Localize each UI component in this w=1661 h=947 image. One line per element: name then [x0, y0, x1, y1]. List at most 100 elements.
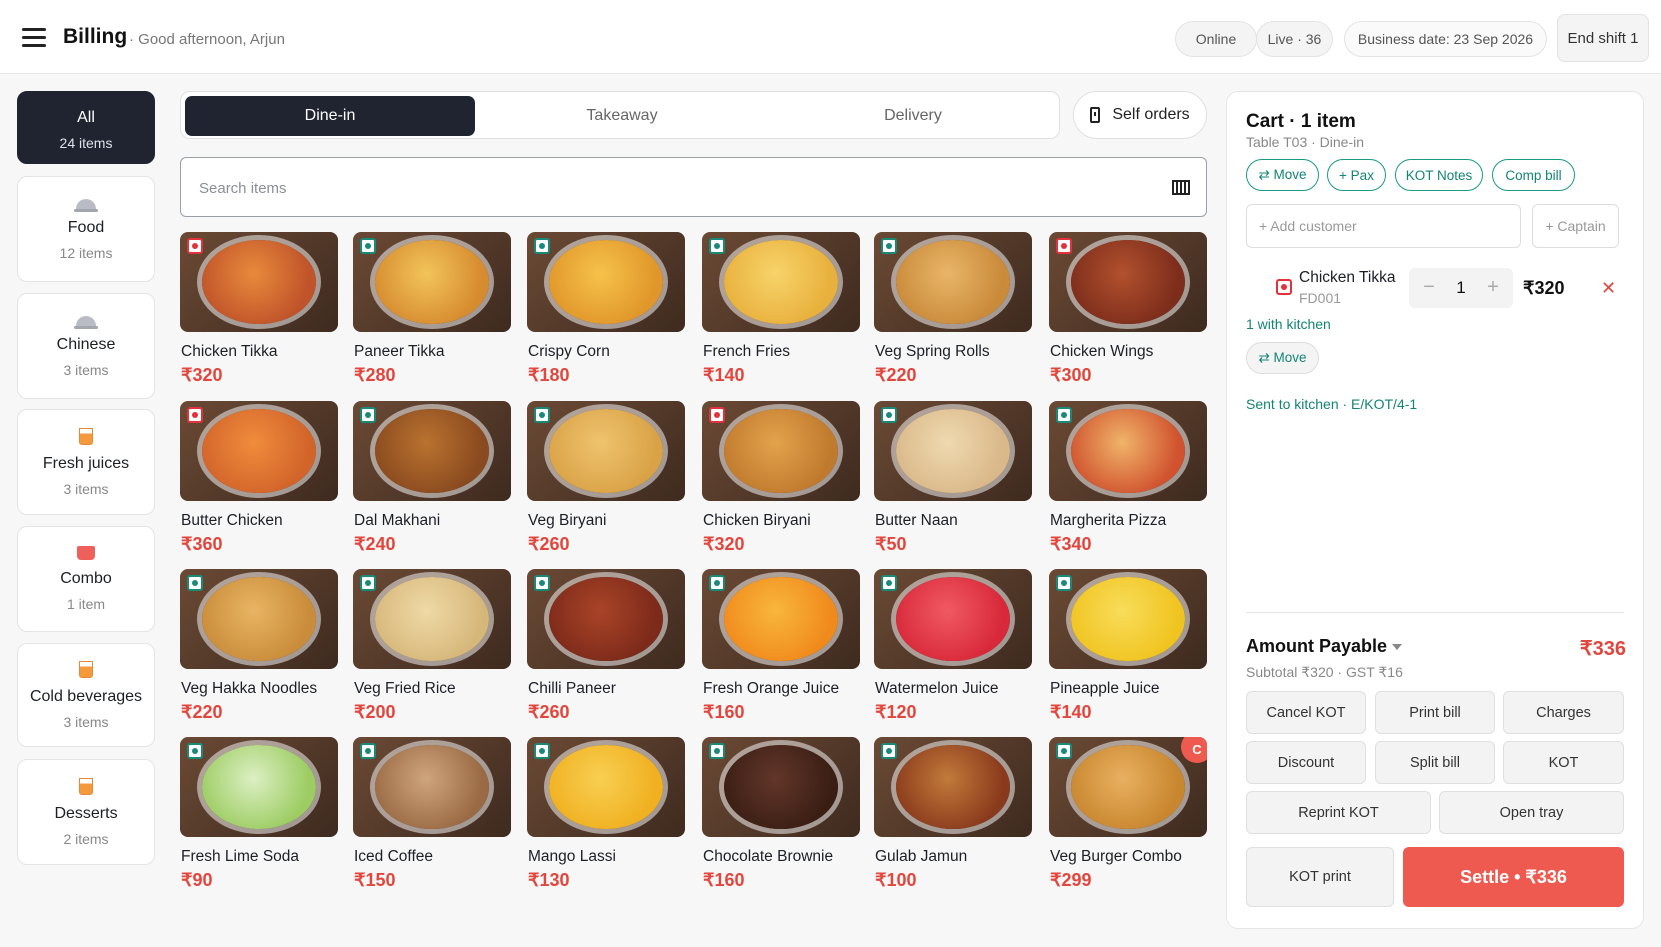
- item-name: Mango Lassi: [528, 848, 616, 865]
- menu-item-card[interactable]: Butter Chicken ₹360: [180, 401, 338, 554]
- item-name: Gulab Jamun: [875, 848, 968, 865]
- menu-item-card[interactable]: Butter Naan ₹50: [874, 401, 1032, 554]
- category-food[interactable]: Food 12 items: [17, 176, 155, 282]
- veg-mark-icon: [881, 407, 897, 423]
- category-label: Combo: [60, 570, 112, 587]
- veg-mark-icon: [360, 407, 376, 423]
- charges-button[interactable]: Charges: [1503, 691, 1624, 734]
- menu-item-card[interactable]: Watermelon Juice ₹120: [874, 569, 1032, 722]
- settle-button[interactable]: Settle • ₹336: [1403, 847, 1624, 907]
- move-item-button[interactable]: ⇄ Move: [1246, 342, 1319, 374]
- dish-image: [202, 409, 316, 493]
- amount-payable-value: ₹336: [1579, 638, 1626, 660]
- cancel-kot-button[interactable]: Cancel KOT: [1246, 691, 1366, 734]
- category-label: Food: [67, 219, 105, 236]
- item-price: ₹160: [703, 870, 745, 890]
- menu-item-card[interactable]: Chocolate Brownie ₹160: [702, 737, 860, 890]
- menu-item-card[interactable]: Margherita Pizza ₹340: [1049, 401, 1207, 554]
- menu-item-card[interactable]: Fresh Lime Soda ₹90: [180, 737, 338, 890]
- menu-item-card[interactable]: French Fries ₹140: [702, 232, 860, 385]
- item-photo: [353, 737, 511, 837]
- open-tray-button[interactable]: Open tray: [1439, 791, 1624, 834]
- category-desserts[interactable]: Desserts 2 items: [17, 759, 155, 865]
- category-fresh-juices[interactable]: Fresh juices 3 items: [17, 409, 155, 515]
- category-chinese[interactable]: Chinese 3 items: [17, 293, 155, 399]
- kot-print-button[interactable]: KOT print: [1246, 847, 1394, 907]
- menu-item-card[interactable]: Mango Lassi ₹130: [527, 737, 685, 890]
- item-name: Watermelon Juice: [875, 680, 999, 697]
- veg-mark-icon: [709, 743, 725, 759]
- menu-item-card[interactable]: Veg Biryani ₹260: [527, 401, 685, 554]
- dish-image: [724, 240, 838, 324]
- divider: [1246, 612, 1624, 613]
- menu-item-card[interactable]: Crispy Corn ₹180: [527, 232, 685, 385]
- menu-icon[interactable]: [22, 28, 46, 48]
- add-customer-field[interactable]: + Add customer: [1246, 204, 1521, 248]
- category-all[interactable]: All 24 items: [17, 91, 155, 164]
- item-photo: [874, 737, 1032, 837]
- menu-item-card[interactable]: Iced Coffee ₹150: [353, 737, 511, 890]
- menu-item-card[interactable]: Dal Makhani ₹240: [353, 401, 511, 554]
- amount-payable-label[interactable]: Amount Payable: [1246, 636, 1403, 657]
- veg-mark-icon: [360, 743, 376, 759]
- live-orders-badge[interactable]: Live · 36: [1256, 21, 1333, 57]
- print-bill-button[interactable]: Print bill: [1375, 691, 1495, 734]
- order-type-tabs: Dine-in Takeaway Delivery: [180, 91, 1060, 139]
- dish-image: [549, 745, 663, 829]
- item-name: Chilli Paneer: [528, 680, 616, 697]
- tab-dine-in[interactable]: Dine-in: [185, 96, 475, 136]
- veg-mark-icon: [360, 575, 376, 591]
- comp-bill-button[interactable]: Comp bill: [1492, 159, 1575, 191]
- menu-item-card[interactable]: Chilli Paneer ₹260: [527, 569, 685, 722]
- quantity-value[interactable]: 1: [1449, 278, 1473, 298]
- veg-mark-icon: [709, 575, 725, 591]
- kot-button[interactable]: KOT: [1503, 741, 1624, 784]
- veg-mark-icon: [1056, 407, 1072, 423]
- menu-item-card[interactable]: Fresh Orange Juice ₹160: [702, 569, 860, 722]
- veg-mark-icon: [1056, 575, 1072, 591]
- menu-item-card[interactable]: Gulab Jamun ₹100: [874, 737, 1032, 890]
- item-price: ₹320: [703, 534, 745, 554]
- add-captain-button[interactable]: + Captain: [1532, 204, 1619, 248]
- menu-item-card[interactable]: Veg Hakka Noodles ₹220: [180, 569, 338, 722]
- menu-item-card[interactable]: Chicken Tikka ₹320: [180, 232, 338, 385]
- cart-panel: Cart · 1 item Table T03 · Dine-in ⇄ Move…: [1226, 91, 1644, 929]
- menu-item-card[interactable]: Pineapple Juice ₹140: [1049, 569, 1207, 722]
- menu-item-card[interactable]: Chicken Wings ₹300: [1049, 232, 1207, 385]
- category-cold-beverages[interactable]: Cold beverages 3 items: [17, 643, 155, 747]
- tab-takeaway[interactable]: Takeaway: [477, 96, 767, 136]
- decrement-button[interactable]: −: [1419, 277, 1439, 297]
- dish-image: [896, 409, 1010, 493]
- veg-mark-icon: [534, 407, 550, 423]
- kot-notes-button[interactable]: KOT Notes: [1395, 159, 1483, 191]
- increment-button[interactable]: +: [1483, 277, 1503, 297]
- item-name: Dal Makhani: [354, 512, 441, 529]
- category-count: 3 items: [63, 362, 109, 378]
- item-name: Veg Fried Rice: [354, 680, 456, 697]
- self-orders-button[interactable]: Self orders: [1073, 91, 1207, 139]
- menu-item-card[interactable]: Paneer Tikka ₹280: [353, 232, 511, 385]
- dish-image: [202, 745, 316, 829]
- item-name: Chicken Biryani: [703, 512, 811, 529]
- barcode-scan-icon[interactable]: [1172, 180, 1190, 195]
- end-shift-button[interactable]: End shift 1: [1557, 14, 1649, 62]
- reprint-kot-button[interactable]: Reprint KOT: [1246, 791, 1431, 834]
- tab-delivery[interactable]: Delivery: [768, 96, 1058, 136]
- menu-item-card[interactable]: Veg Fried Rice ₹200: [353, 569, 511, 722]
- discount-button[interactable]: Discount: [1246, 741, 1366, 784]
- category-combo[interactable]: Combo 1 item: [17, 526, 155, 632]
- menu-item-card[interactable]: C Veg Burger Combo ₹299: [1049, 737, 1207, 890]
- category-count: 2 items: [63, 831, 109, 847]
- move-table-button[interactable]: ⇄ Move: [1246, 159, 1319, 191]
- menu-item-card[interactable]: Veg Spring Rolls ₹220: [874, 232, 1032, 385]
- remove-item-icon[interactable]: ✕: [1601, 278, 1616, 299]
- search-input[interactable]: [199, 176, 1139, 200]
- item-price: ₹240: [354, 534, 396, 554]
- menu-item-card[interactable]: Chicken Biryani ₹320: [702, 401, 860, 554]
- cart-line-price: ₹320: [1523, 278, 1565, 298]
- item-price: ₹50: [875, 534, 907, 554]
- add-pax-button[interactable]: + Pax: [1327, 159, 1386, 191]
- dish-image: [896, 240, 1010, 324]
- item-photo: [527, 232, 685, 332]
- split-bill-button[interactable]: Split bill: [1375, 741, 1495, 784]
